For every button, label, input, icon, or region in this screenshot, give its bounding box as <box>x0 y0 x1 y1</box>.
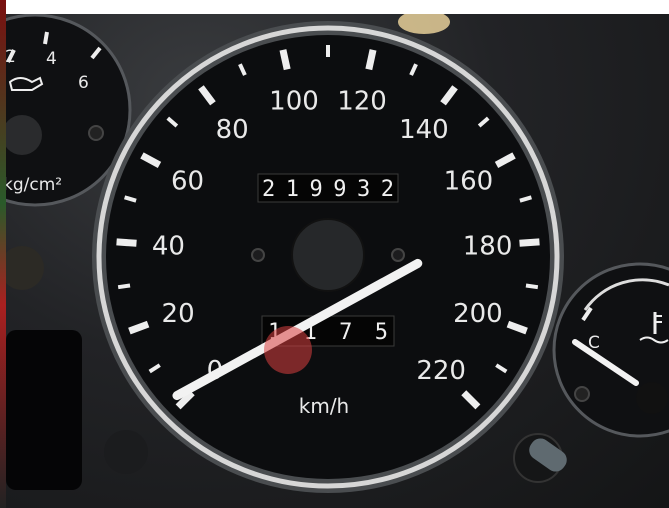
odometer-window <box>257 173 399 203</box>
needle-hub <box>291 218 365 292</box>
oil-unit-label: kg/cm² <box>3 175 62 195</box>
screw <box>251 248 265 262</box>
speed-unit-label: km/h <box>299 394 349 418</box>
speed-label-100: 100 <box>269 87 319 117</box>
left-edge <box>0 0 6 508</box>
major-tick <box>279 49 291 71</box>
minor-tick <box>525 283 539 290</box>
speed-label-160: 160 <box>444 166 494 196</box>
speed-label-20: 20 <box>162 299 195 329</box>
lower-left-panel <box>6 330 82 490</box>
oil-label-2: 2 <box>5 47 16 67</box>
major-tick <box>519 238 540 247</box>
speed-label-120: 120 <box>337 87 387 117</box>
major-tick <box>365 49 377 71</box>
minor-tick <box>117 283 131 290</box>
speed-label-80: 80 <box>216 115 249 145</box>
oil-needle-hub <box>2 115 42 155</box>
top-edge <box>0 0 669 14</box>
speed-label-200: 200 <box>453 299 503 329</box>
speed-label-180: 180 <box>463 232 513 262</box>
speed-label-220: 220 <box>416 356 466 386</box>
speed-label-40: 40 <box>152 232 185 262</box>
indicator-lamp <box>0 246 44 290</box>
glare-spot <box>264 326 312 374</box>
oil-label-6: 6 <box>78 73 89 93</box>
temperature-gauge: C <box>552 262 669 438</box>
speed-label-140: 140 <box>399 115 449 145</box>
major-tick <box>116 238 137 247</box>
oil-label-4: 4 <box>46 49 57 69</box>
instrument-cluster: 2 4 6 kg/cm² C 020406080 <box>0 10 669 493</box>
speedometer: 020406080100120140160180200220 219932 11… <box>92 21 564 493</box>
trip-reset-knob[interactable] <box>513 433 571 483</box>
mount-knob <box>104 430 148 474</box>
speed-label-60: 60 <box>171 166 204 196</box>
screw <box>391 248 405 262</box>
